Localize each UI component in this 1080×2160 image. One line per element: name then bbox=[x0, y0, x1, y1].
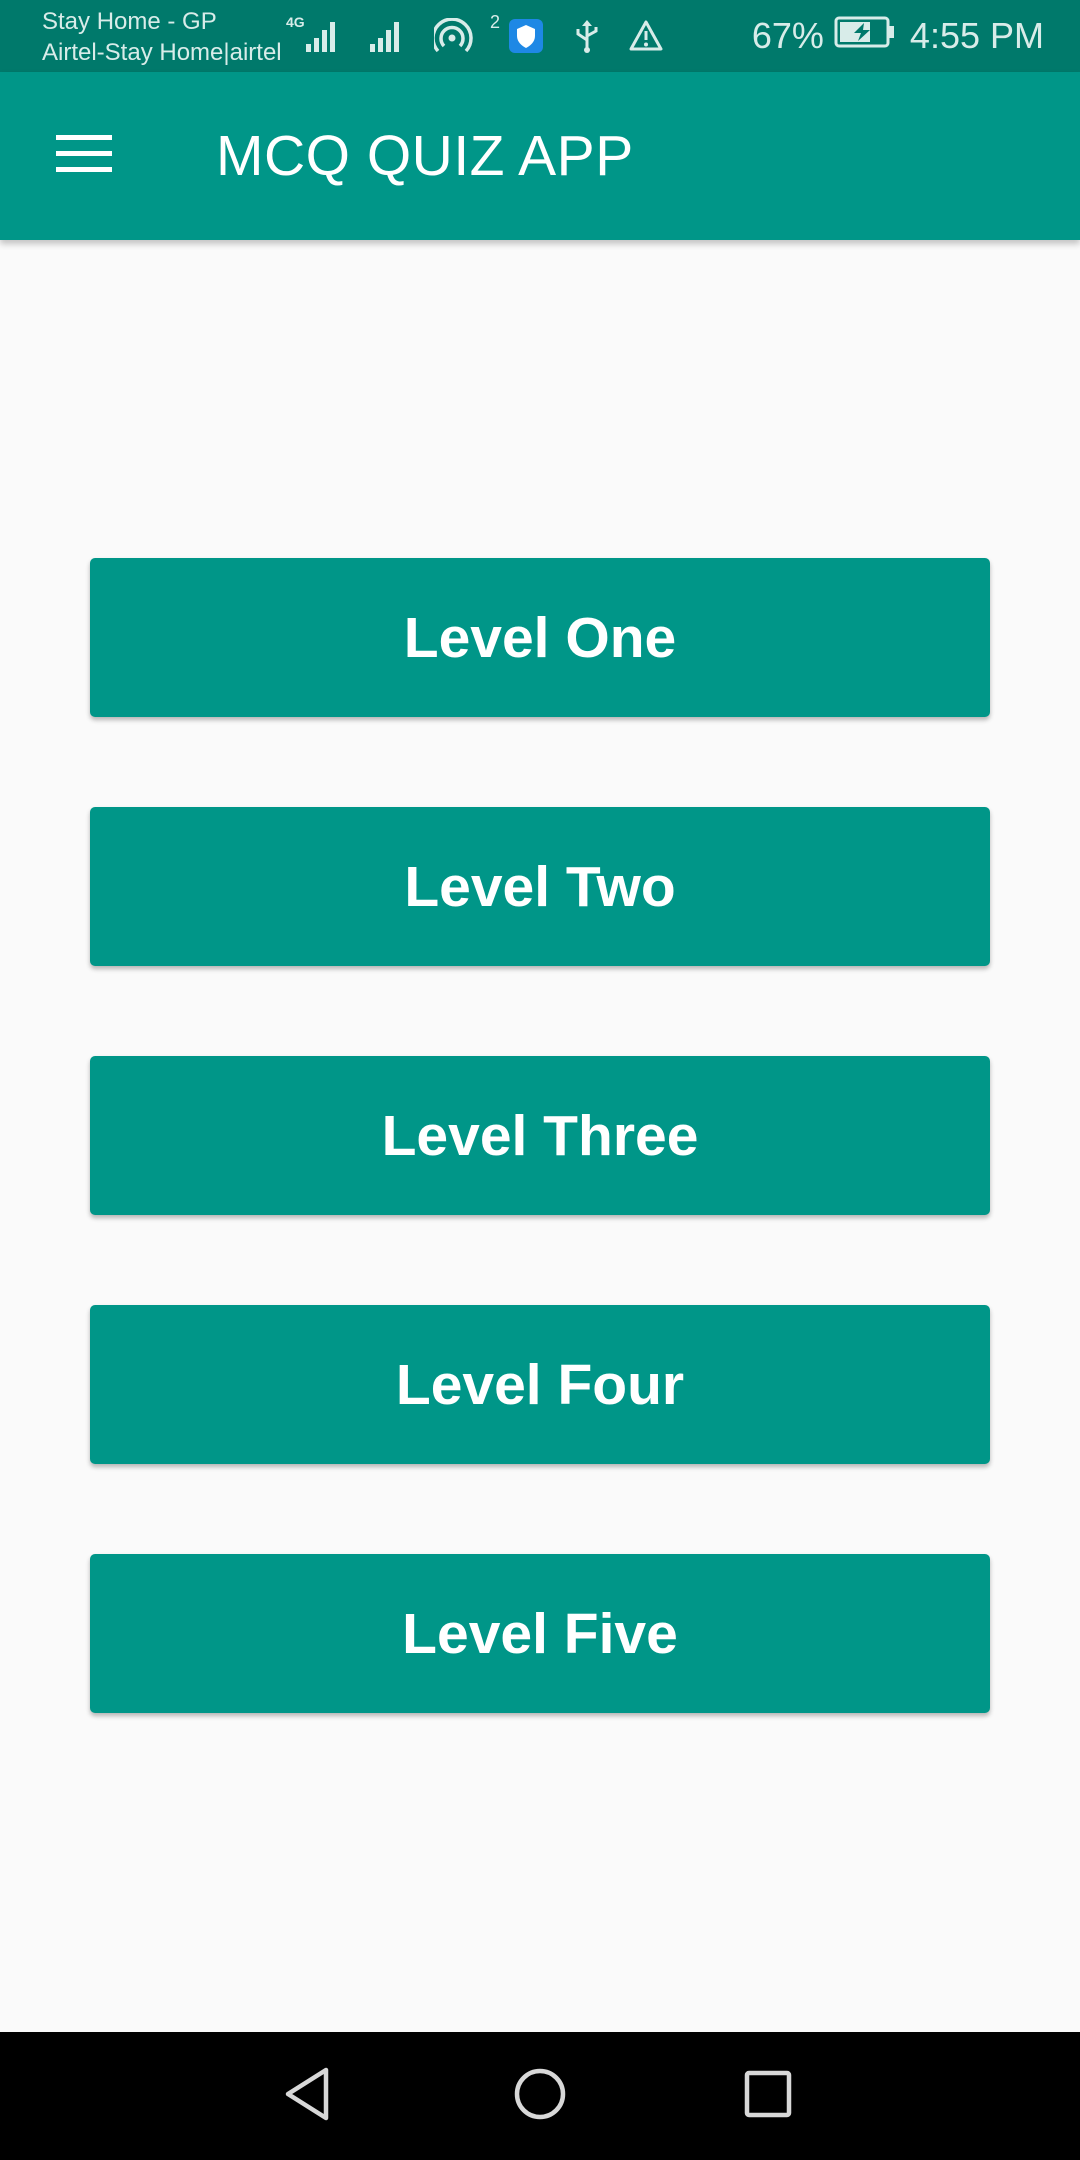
level-two-button[interactable]: Level Two bbox=[90, 807, 990, 966]
clock: 4:55 PM bbox=[909, 15, 1044, 56]
level-one-button[interactable]: Level One bbox=[90, 558, 990, 717]
signal-icon bbox=[366, 18, 420, 54]
signal-icon: 4G bbox=[286, 14, 352, 54]
level-list: Level One Level Two Level Three Level Fo… bbox=[90, 558, 990, 1803]
battery-charging-icon bbox=[834, 15, 896, 57]
carrier-line-1: Stay Home - GP bbox=[42, 8, 217, 35]
network-type-label: 4G bbox=[286, 14, 305, 30]
back-button[interactable] bbox=[264, 2052, 352, 2140]
status-icons: 4G 2 bbox=[286, 12, 678, 58]
hamburger-menu-icon bbox=[56, 133, 112, 180]
warning-icon bbox=[628, 18, 678, 54]
carrier-line-2: Airtel-Stay Home|airtel bbox=[42, 39, 282, 66]
battery-percent: 67% bbox=[751, 15, 824, 56]
level-four-button[interactable]: Level Four bbox=[90, 1305, 990, 1464]
menu-button[interactable] bbox=[40, 118, 128, 194]
back-icon bbox=[282, 2066, 334, 2127]
navigation-bar bbox=[0, 2032, 1080, 2160]
status-right: 67% 4:55 PM bbox=[752, 0, 1044, 72]
hotspot-count: 2 bbox=[489, 12, 500, 32]
recents-icon bbox=[743, 2069, 793, 2124]
screen: Stay Home - GP Airtel-Stay Home|airtel 4… bbox=[0, 0, 1080, 2160]
home-icon bbox=[512, 2066, 568, 2127]
app-title: MCQ QUIZ APP bbox=[216, 124, 634, 188]
app-bar: MCQ QUIZ APP bbox=[0, 72, 1080, 240]
carrier-info: Stay Home - GP Airtel-Stay Home|airtel bbox=[42, 6, 282, 68]
level-five-button[interactable]: Level Five bbox=[90, 1554, 990, 1713]
usb-icon bbox=[572, 18, 616, 54]
home-button[interactable] bbox=[496, 2052, 584, 2140]
status-bar: Stay Home - GP Airtel-Stay Home|airtel 4… bbox=[0, 0, 1080, 72]
hotspot-icon: 2 bbox=[434, 12, 500, 54]
shield-icon bbox=[508, 18, 558, 54]
level-three-button[interactable]: Level Three bbox=[90, 1056, 990, 1215]
recents-button[interactable] bbox=[724, 2052, 812, 2140]
